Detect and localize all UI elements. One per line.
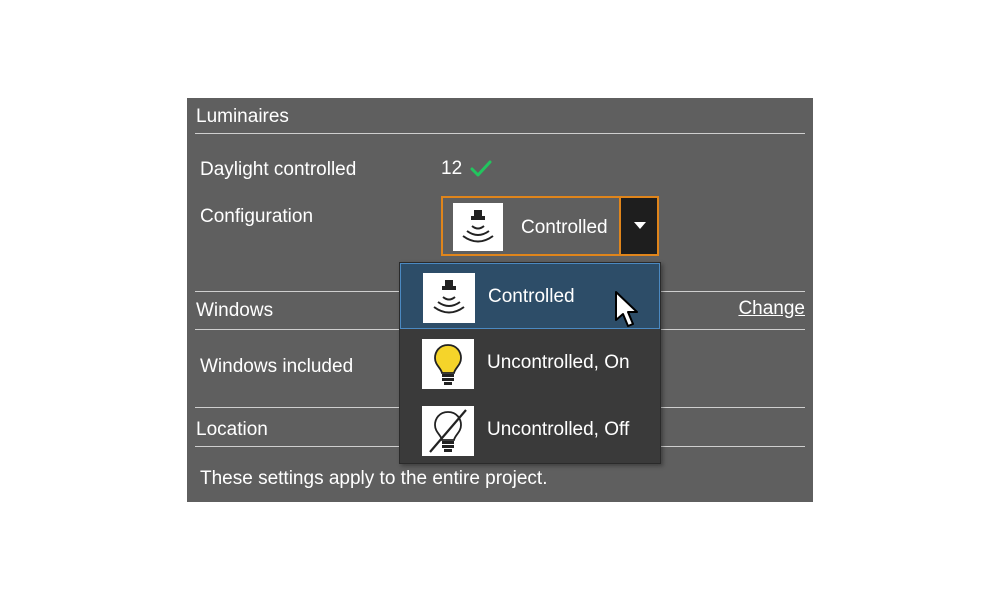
chevron-down-icon — [634, 222, 646, 229]
change-link[interactable]: Change — [738, 298, 805, 320]
option-uncontrolled-off[interactable]: Uncontrolled, Off — [400, 397, 660, 463]
option-uncontrolled-on[interactable]: Uncontrolled, On — [400, 330, 660, 396]
footer-note: These settings apply to the entire proje… — [200, 468, 548, 489]
divider — [195, 133, 805, 134]
location-section-title: Location — [196, 419, 268, 440]
windows-section-title: Windows — [196, 300, 274, 321]
lightbulb-off-icon — [422, 406, 474, 456]
option-label: Uncontrolled, On — [487, 352, 630, 373]
windows-included-label: Windows included — [200, 356, 354, 377]
daylight-controlled-value: 12 — [441, 158, 463, 179]
check-icon — [470, 160, 492, 177]
configuration-label: Configuration — [200, 206, 314, 227]
luminaires-section-title: Luminaires — [196, 106, 289, 127]
option-label: Uncontrolled, Off — [487, 419, 630, 440]
mouse-cursor-icon — [615, 291, 638, 327]
configuration-value: Controlled — [521, 217, 608, 238]
sensor-icon — [453, 203, 503, 251]
daylight-controlled-label: Daylight controlled — [200, 159, 357, 180]
option-label: Controlled — [488, 286, 575, 307]
lightbulb-on-icon — [422, 339, 474, 389]
dropdown-toggle-button[interactable] — [619, 198, 657, 254]
sensor-icon — [423, 273, 475, 323]
configuration-dropdown[interactable]: Controlled — [441, 196, 659, 256]
